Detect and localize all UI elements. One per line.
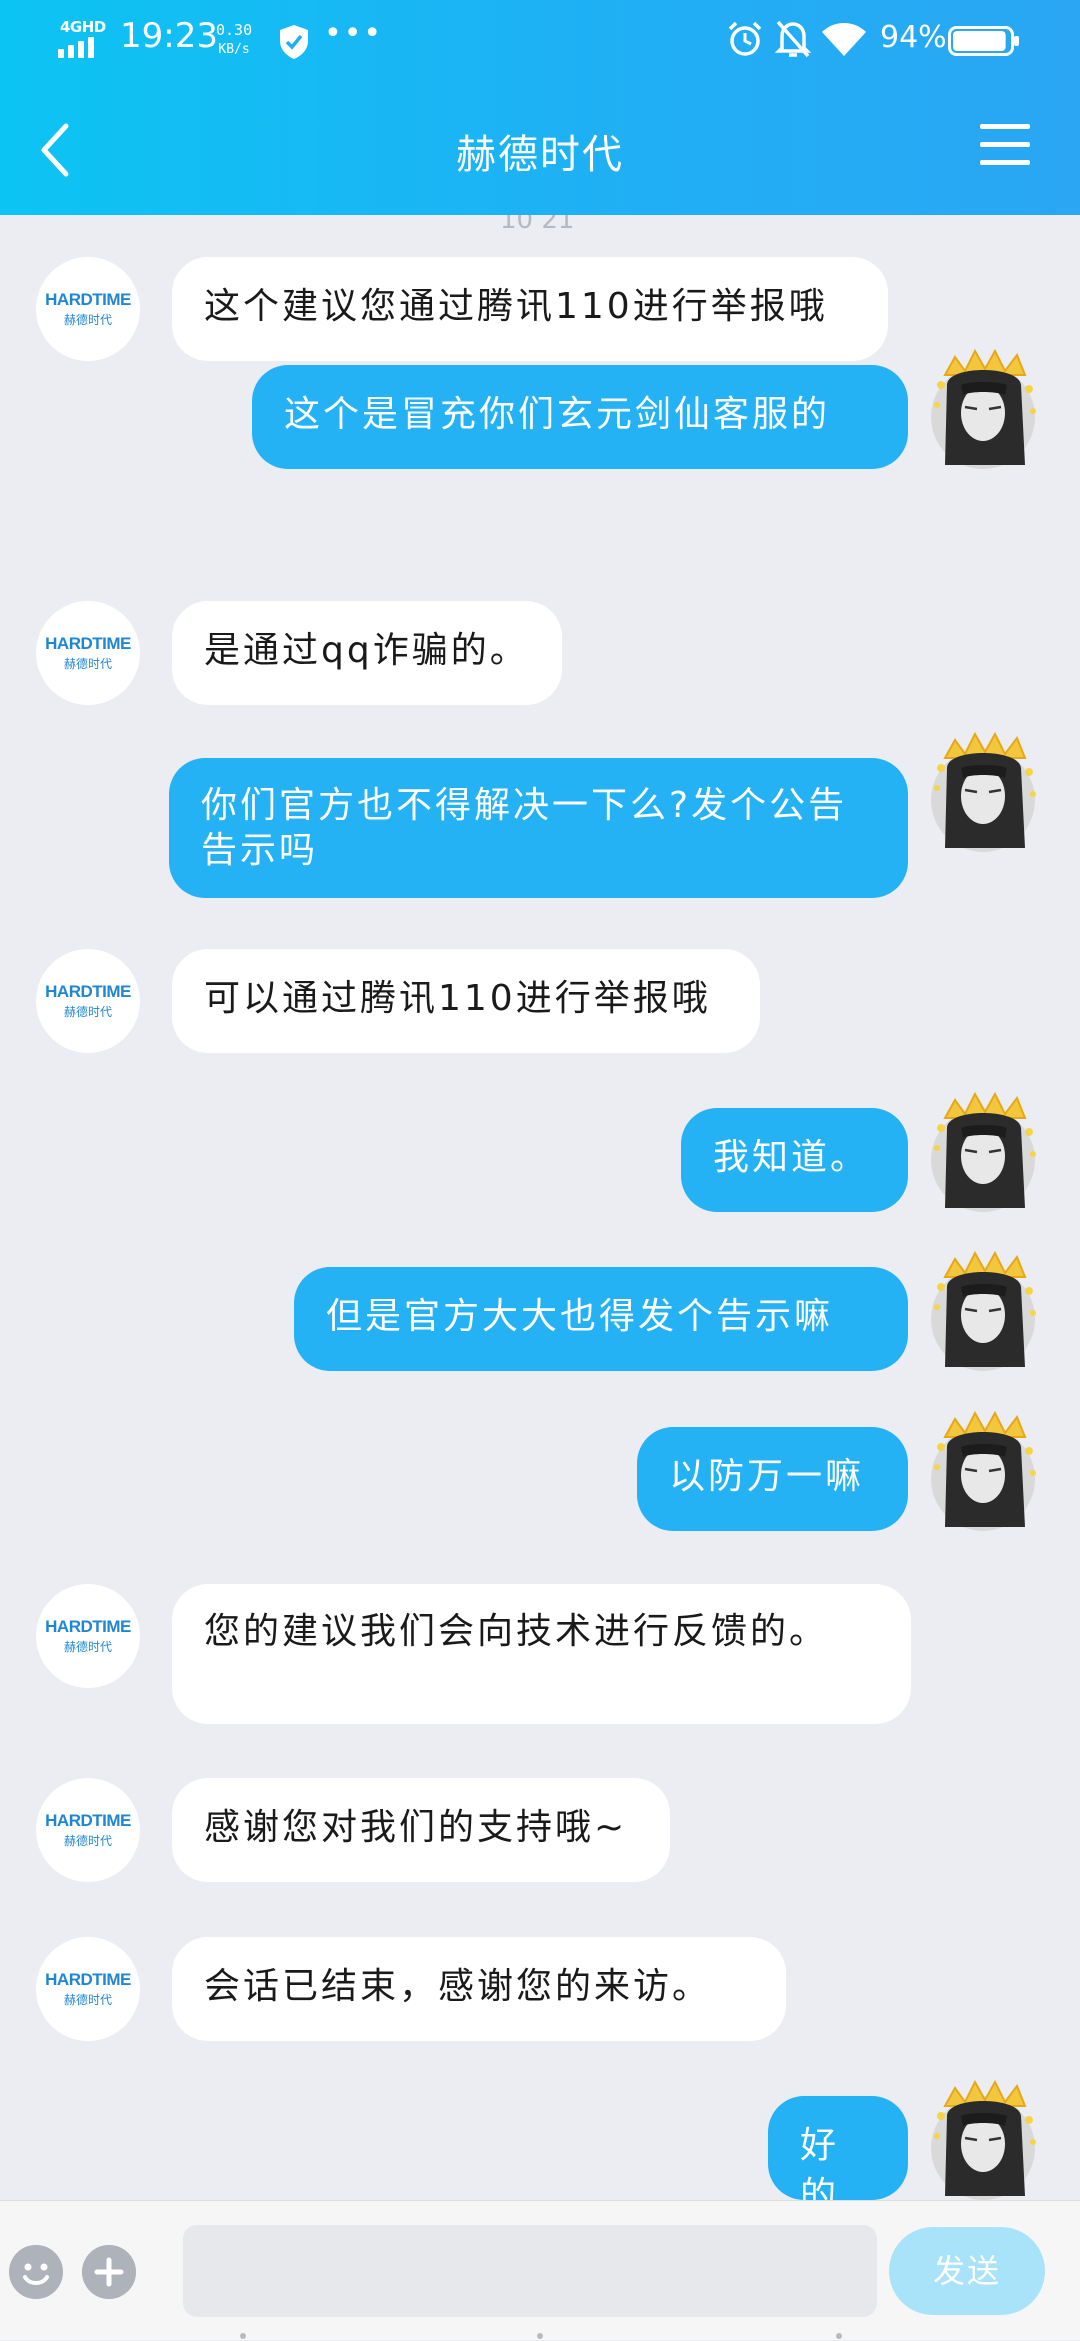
input-bar: 发送 — [0, 2200, 1080, 2340]
bell-off-icon — [774, 20, 812, 58]
nav-bar: 赫德时代 — [0, 80, 1080, 215]
user-message: 以防万一嘛 — [0, 1410, 1080, 1571]
message-bubble[interactable]: 您的建议我们会向技术进行反馈的。 — [172, 1584, 911, 1724]
user-message: 好的 — [0, 2079, 1080, 2200]
send-button[interactable]: 发送 — [889, 2227, 1045, 2315]
add-attachment-button[interactable] — [82, 2245, 136, 2299]
agent-message: 会话已结束，感谢您的来访。 HARDTIME 赫德时代 — [0, 1937, 1080, 2081]
agent-logo-text: HARDTIME — [45, 1617, 131, 1636]
agent-logo-subtitle: 赫德时代 — [63, 657, 112, 671]
agent-avatar[interactable]: HARDTIME 赫德时代 — [36, 949, 140, 1053]
message-bubble[interactable]: 我知道。 — [681, 1108, 908, 1212]
agent-logo-subtitle: 赫德时代 — [63, 313, 112, 327]
chat-message-list[interactable]: 10 21 这个建议您通过腾讯110进行举报哦 HARDTIME 赫德时代 这个是冒充… — [0, 215, 1080, 2200]
user-message: 但是官方大大也得发个告示嘛 — [0, 1250, 1080, 1411]
agent-avatar[interactable]: HARDTIME 赫德时代 — [36, 601, 140, 705]
smiley-icon — [9, 2245, 63, 2299]
user-message: 你们官方也不得解决一下么?发个公告告示吗 — [0, 731, 1080, 938]
agent-avatar[interactable]: HARDTIME 赫德时代 — [36, 1937, 140, 2041]
user-message: 我知道。 — [0, 1091, 1080, 1252]
message-bubble[interactable]: 好的 — [768, 2096, 908, 2200]
network-speed-unit: KB/s — [218, 42, 250, 57]
message-bubble[interactable]: 可以通过腾讯110进行举报哦 — [172, 949, 760, 1053]
agent-logo-subtitle: 赫德时代 — [63, 1834, 112, 1848]
app-header: 4GHD 19:23 0.30 KB/s ••• 94% 赫德时代 — [0, 0, 1080, 215]
message-input[interactable] — [183, 2225, 877, 2317]
gesture-indicator — [0, 2327, 1080, 2341]
agent-logo-subtitle: 赫德时代 — [63, 1640, 112, 1654]
previous-message-fragment: 10 21 — [500, 215, 575, 235]
agent-message: 感谢您对我们的支持哦~ HARDTIME 赫德时代 — [0, 1778, 1080, 1922]
hamburger-menu-icon — [980, 124, 1030, 165]
agent-avatar[interactable]: HARDTIME 赫德时代 — [36, 257, 140, 361]
agent-message: 是通过qq诈骗的。 HARDTIME 赫德时代 — [0, 601, 1080, 745]
clock: 19:23 — [120, 16, 218, 56]
agent-avatar[interactable]: HARDTIME 赫德时代 — [36, 1584, 140, 1688]
alarm-clock-icon — [728, 21, 762, 56]
user-message: 这个是冒充你们玄元剑仙客服的 — [0, 348, 1080, 509]
battery-percentage: 94% — [880, 20, 947, 55]
message-bubble[interactable]: 是通过qq诈骗的。 — [172, 601, 562, 705]
agent-message: 您的建议我们会向技术进行反馈的。 HARDTIME 赫德时代 — [0, 1584, 1080, 1764]
shield-check-icon — [280, 25, 308, 59]
message-bubble[interactable]: 这个是冒充你们玄元剑仙客服的 — [252, 365, 908, 469]
message-bubble[interactable]: 这个建议您通过腾讯110进行举报哦 — [172, 257, 888, 361]
menu-button[interactable] — [980, 124, 1030, 172]
network-speed-value: 0.30 — [216, 21, 253, 39]
agent-avatar[interactable]: HARDTIME 赫德时代 — [36, 1778, 140, 1882]
cellular-signal-icon: 4GHD — [58, 18, 108, 58]
agent-logo-text: HARDTIME — [45, 634, 131, 653]
plus-icon — [82, 2245, 136, 2299]
network-speed: 0.30 KB/s — [216, 20, 252, 60]
user-avatar[interactable] — [925, 1407, 1045, 1537]
agent-logo-text: HARDTIME — [45, 1811, 131, 1830]
status-bar: 4GHD 19:23 0.30 KB/s ••• 94% — [0, 0, 1080, 80]
message-bubble[interactable]: 你们官方也不得解决一下么?发个公告告示吗 — [169, 758, 908, 898]
wifi-icon — [822, 23, 866, 56]
more-notifications: ••• — [324, 16, 384, 51]
emoji-button[interactable] — [9, 2245, 63, 2299]
user-avatar[interactable] — [925, 2076, 1045, 2200]
agent-message: 可以通过腾讯110进行举报哦 HARDTIME 赫德时代 — [0, 949, 1080, 1093]
message-bubble[interactable]: 但是官方大大也得发个告示嘛 — [294, 1267, 908, 1371]
agent-logo-text: HARDTIME — [45, 1970, 131, 1989]
agent-logo-text: HARDTIME — [45, 982, 131, 1001]
message-bubble[interactable]: 以防万一嘛 — [637, 1427, 908, 1531]
battery-icon — [948, 26, 1019, 56]
user-avatar[interactable] — [925, 1088, 1045, 1218]
agent-logo-subtitle: 赫德时代 — [63, 1993, 112, 2007]
agent-logo-text: HARDTIME — [45, 290, 131, 309]
user-avatar[interactable] — [925, 1247, 1045, 1377]
page-title: 赫德时代 — [456, 132, 624, 178]
network-type: 4GHD — [60, 18, 106, 36]
user-avatar[interactable] — [925, 728, 1045, 858]
user-avatar[interactable] — [925, 345, 1045, 475]
agent-logo-subtitle: 赫德时代 — [63, 1005, 112, 1019]
message-bubble[interactable]: 会话已结束，感谢您的来访。 — [172, 1937, 786, 2041]
message-bubble[interactable]: 感谢您对我们的支持哦~ — [172, 1778, 670, 1882]
